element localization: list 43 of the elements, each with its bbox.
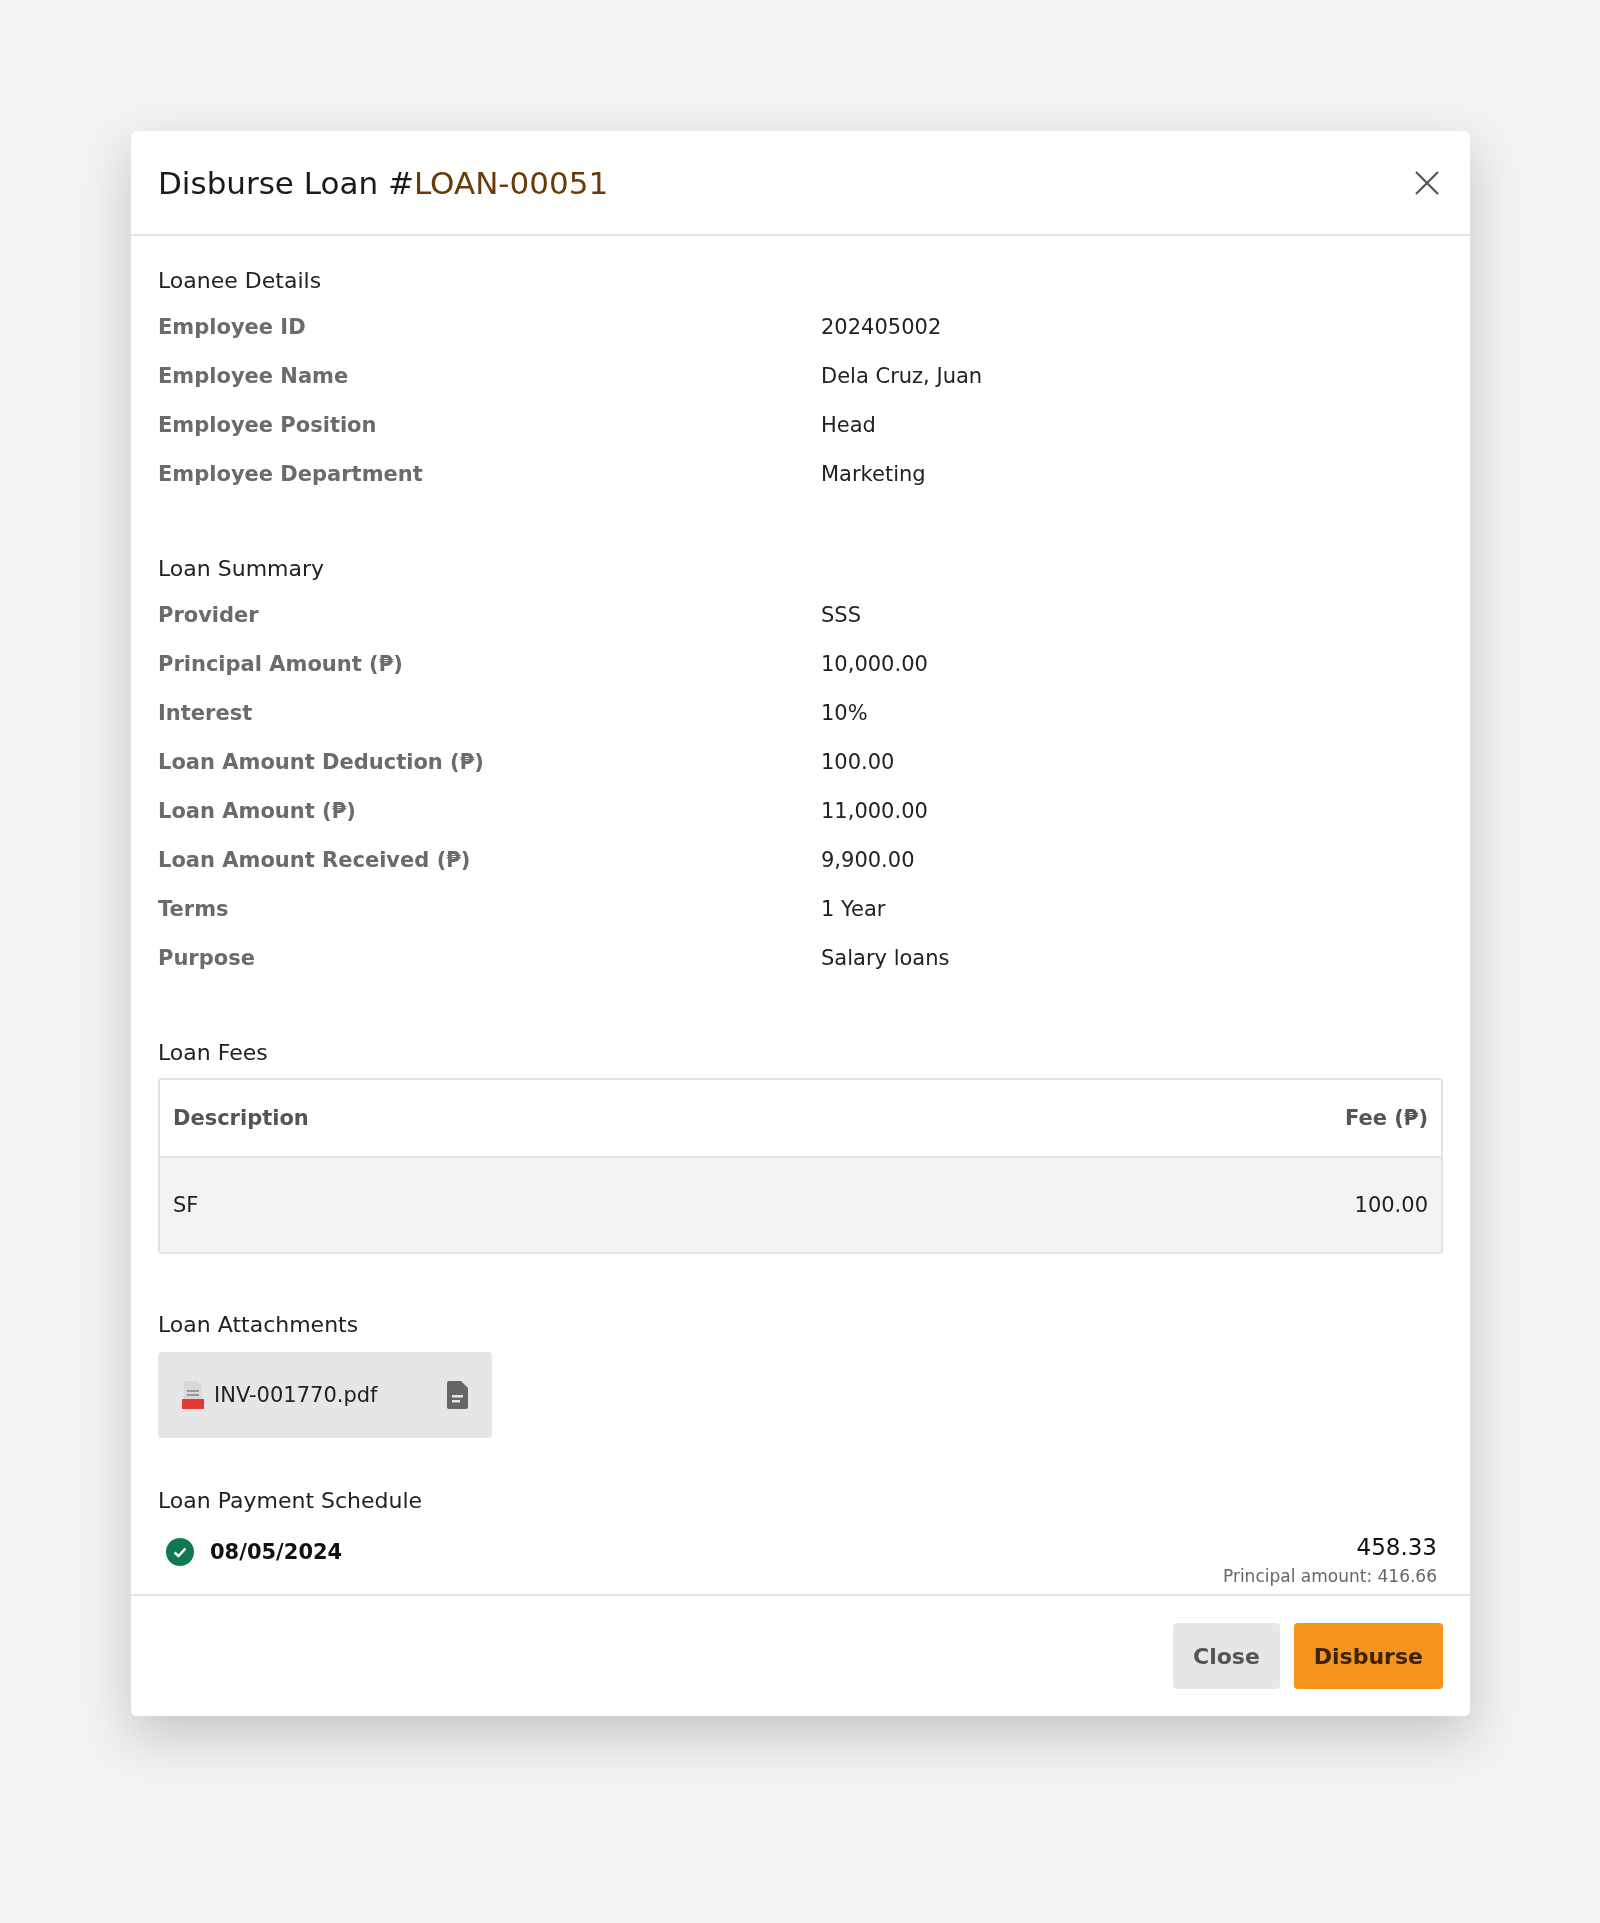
field-label: Principal Amount (₱) [158, 651, 404, 676]
section-heading: Loan Payment Schedule [158, 1486, 424, 1515]
field-label: Loan Amount (₱) [158, 798, 357, 823]
principal-amount: Principal amount: 416.66 [1222, 1566, 1437, 1586]
field-value: Salary loans [821, 945, 951, 970]
section-heading: Loan Attachments [158, 1310, 360, 1339]
payment-date: 08/05/2024 [210, 1540, 343, 1564]
payment-amount: 458.33 [1356, 1534, 1437, 1560]
attachment-chip[interactable]: INV-001770.pdf [158, 1352, 492, 1438]
document-icon[interactable] [446, 1380, 470, 1410]
field-value: 10% [821, 700, 869, 725]
field-label: Loan Amount Deduction (₱) [158, 749, 485, 774]
field-label: Interest [158, 700, 254, 725]
file-name: INV-001770.pdf [214, 1383, 379, 1407]
section-heading: Loanee Details [158, 266, 323, 295]
pdf-file-icon [180, 1380, 206, 1410]
field-value: 10,000.00 [821, 651, 929, 676]
field-value: 202405002 [821, 314, 943, 339]
disburse-button[interactable]: Disburse [1293, 1623, 1443, 1689]
column-header: Fee (₱) [1344, 1106, 1428, 1130]
field-label: Employee Position [158, 412, 378, 437]
field-value: 1 Year [821, 896, 887, 921]
field-label: Employee ID [158, 314, 307, 339]
field-value: 11,000.00 [821, 798, 929, 823]
field-label: Purpose [158, 945, 256, 970]
table-cell: SF [173, 1193, 199, 1217]
dialog-title: Disburse Loan #LOAN-00051 [158, 164, 609, 201]
field-value: Marketing [821, 461, 927, 486]
field-value: Head [821, 412, 877, 437]
column-header: Description [173, 1106, 309, 1130]
field-value: 9,900.00 [821, 847, 916, 872]
section-heading: Loan Summary [158, 554, 326, 583]
field-label: Loan Amount Received (₱) [158, 847, 472, 872]
field-label: Employee Name [158, 363, 350, 388]
field-label: Terms [158, 896, 230, 921]
close-button[interactable]: Close [1173, 1623, 1280, 1689]
field-value: Dela Cruz, Juan [821, 363, 984, 388]
field-label: Employee Department [158, 461, 424, 486]
field-label: Provider [158, 602, 260, 627]
section-heading: Loan Fees [158, 1038, 269, 1067]
table-cell: 100.00 [1354, 1193, 1428, 1217]
field-value: SSS [821, 602, 862, 627]
field-value: 100.00 [821, 749, 896, 774]
